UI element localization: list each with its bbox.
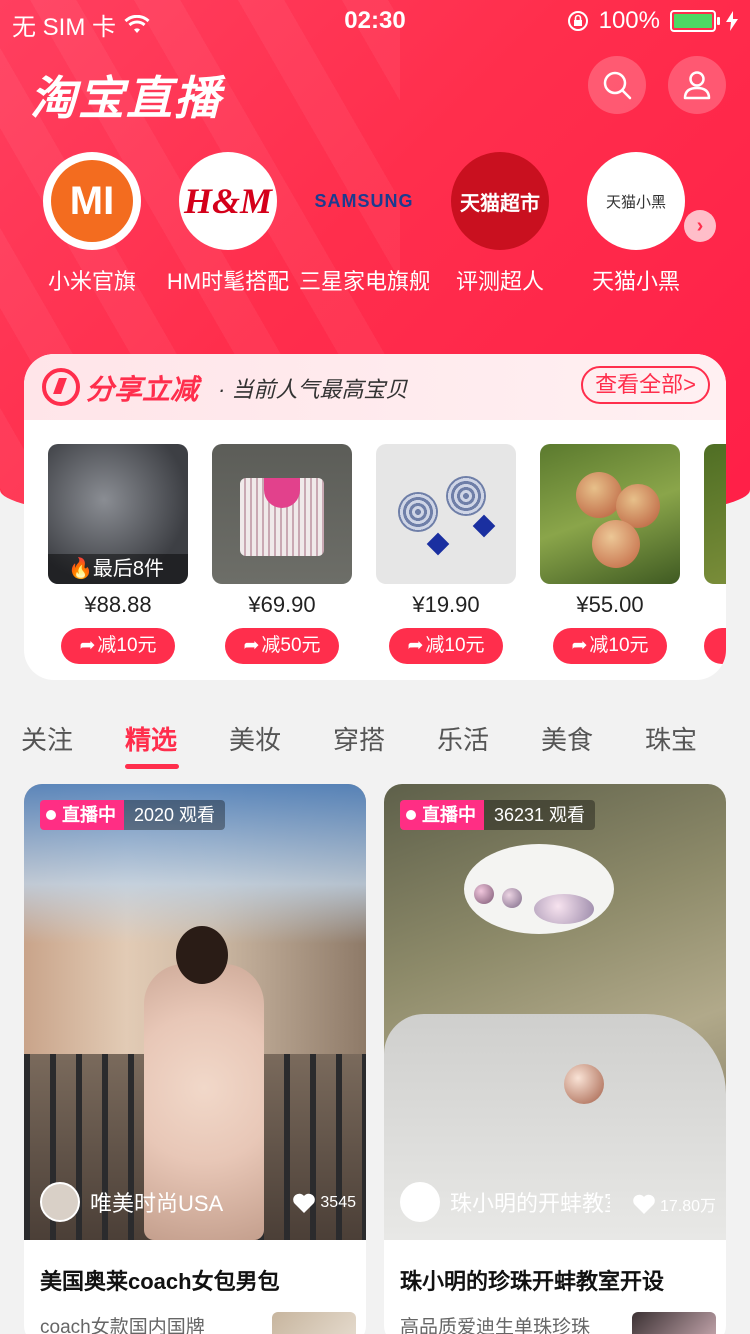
like-count: 17.80万 <box>632 1192 716 1216</box>
anchor-info[interactable]: 珠小明的开蚌教室 <box>400 1182 610 1222</box>
stream-title: 珠小明的珍珠开蚌教室开设 <box>400 1269 665 1294</box>
share-discount-card: 分享立减 · 当前人气最高宝贝 查看全部> 🔥最后8件 ¥88.88 ➦ 减10元… <box>24 354 726 680</box>
stream-cover <box>24 784 366 1240</box>
heart-icon <box>293 1193 316 1213</box>
fire-icon: 🔥 <box>68 558 93 580</box>
share-cut-button[interactable]: ➦ 减10元 <box>553 628 667 664</box>
product-price: ¥55.00 <box>576 592 644 617</box>
tab-lifestyle[interactable]: 乐活 <box>437 720 489 757</box>
product-card[interactable]: ¥69.90 ➦ 减50元 <box>212 444 352 664</box>
product-image <box>212 444 352 584</box>
share-header: 分享立减 · 当前人气最高宝贝 查看全部> <box>24 354 726 420</box>
avatar <box>40 1182 80 1222</box>
viewer-count: 2020 观看 <box>124 800 226 830</box>
product-image <box>376 444 516 584</box>
live-stream-card[interactable]: 直播中 36231 观看 珠小明的开蚌教室 17.80万 珠小明的珍珠开蚌教室开… <box>384 784 726 1334</box>
tab-outfit[interactable]: 穿搭 <box>333 720 385 757</box>
tab-featured[interactable]: 精选 <box>125 720 177 757</box>
share-cut-button[interactable]: ➦ 减50元 <box>225 628 339 664</box>
stock-badge: 🔥最后8件 <box>48 554 188 584</box>
live-badge: 直播中 2020 观看 <box>40 800 226 830</box>
stream-desc: coach女款国内国牌 <box>40 1317 205 1334</box>
store-name: 评测超人 <box>455 269 544 294</box>
store-name: 三星家电旗舰 <box>299 269 429 294</box>
store-logo: MI <box>43 152 141 250</box>
active-tab-indicator <box>125 764 179 769</box>
live-dot-icon <box>46 810 56 820</box>
user-icon <box>683 71 711 100</box>
product-price: ¥19.90 <box>412 592 480 617</box>
status-bar: 无 SIM 卡 02:30 100% <box>0 0 750 41</box>
share-cut-button[interactable] <box>704 628 726 664</box>
product-card-partial[interactable] <box>704 444 726 664</box>
share-title: 分享立减 <box>86 374 199 405</box>
store-item[interactable]: MI 小米官旗 <box>27 152 157 296</box>
share-arrow-icon: ➦ <box>243 635 260 656</box>
profile-button[interactable] <box>668 56 726 114</box>
stream-cover <box>384 784 726 1240</box>
store-logo: SAMSUNG <box>314 190 414 211</box>
live-badge: 直播中 36231 观看 <box>400 800 596 830</box>
view-all-button[interactable]: 查看全部> <box>581 366 710 404</box>
app-title: 淘宝直播 <box>30 72 222 124</box>
store-logo: 天猫超市 <box>451 152 549 250</box>
anchor-info[interactable]: 唯美时尚USA <box>40 1182 223 1222</box>
share-cut-button[interactable]: ➦ 减10元 <box>61 628 175 664</box>
product-image <box>540 444 680 584</box>
store-item[interactable]: SAMSUNG 三星家电旗舰 <box>299 152 429 296</box>
store-name: 小米官旗 <box>47 269 136 294</box>
share-badge-icon <box>42 368 80 406</box>
store-item[interactable]: H&M HM时髦搭配 <box>163 152 293 296</box>
like-count: 3545 <box>292 1192 356 1214</box>
store-carousel: MI 小米官旗 H&M HM时髦搭配 SAMSUNG 三星家电旗舰 天猫超市 评… <box>0 152 750 302</box>
search-icon <box>603 71 632 100</box>
share-cut-button[interactable]: ➦ 减10元 <box>389 628 503 664</box>
anchor-name: 唯美时尚USA <box>90 1191 224 1216</box>
category-tabs: 关注 精选 美妆 穿搭 乐活 美食 珠宝 <box>0 712 750 772</box>
store-name: 天猫小黑 <box>591 269 680 294</box>
battery-icon <box>670 10 720 32</box>
store-item[interactable]: 天猫超市 评测超人 <box>435 152 565 296</box>
tab-follow[interactable]: 关注 <box>21 720 73 757</box>
share-arrow-icon: ➦ <box>407 635 424 656</box>
product-card[interactable]: ¥55.00 ➦ 减10元 <box>540 444 680 664</box>
heart-icon <box>633 1194 655 1214</box>
product-card[interactable]: ¥19.90 ➦ 减10元 <box>376 444 516 664</box>
share-arrow-icon: ➦ <box>571 635 588 656</box>
product-price: ¥88.88 <box>84 592 152 617</box>
chevron-right-icon[interactable]: › <box>684 210 716 242</box>
rotation-lock-icon <box>567 11 588 31</box>
product-thumb <box>272 1312 356 1334</box>
store-logo: 天猫小黑 <box>587 152 685 250</box>
tab-jewelry[interactable]: 珠宝 <box>645 720 697 757</box>
share-arrow-icon: ➦ <box>79 635 96 656</box>
product-image: 🔥最后8件 <box>48 444 188 584</box>
live-dot-icon <box>406 810 416 820</box>
product-price: ¥69.90 <box>248 592 316 617</box>
anchor-name: 珠小明的开蚌教室 <box>450 1191 610 1216</box>
stream-desc: 高品质爱迪生单珠珍珠 <box>400 1317 591 1334</box>
tab-beauty[interactable]: 美妆 <box>229 720 281 757</box>
search-button[interactable] <box>588 56 646 114</box>
product-image <box>704 444 726 584</box>
product-card[interactable]: 🔥最后8件 ¥88.88 ➦ 减10元 <box>48 444 188 664</box>
stream-title: 美国奥莱coach女包男包 <box>40 1269 280 1294</box>
tab-food[interactable]: 美食 <box>541 720 593 757</box>
viewer-count: 36231 观看 <box>484 800 596 830</box>
battery-percent: 100% <box>598 7 660 34</box>
store-logo: H&M <box>179 152 277 250</box>
store-item[interactable]: 天猫小黑 天猫小黑 <box>571 152 701 296</box>
store-name: HM时髦搭配 <box>166 269 290 294</box>
avatar <box>400 1182 440 1222</box>
share-subtitle: · 当前人气最高宝贝 <box>218 377 408 402</box>
charging-icon <box>726 11 738 31</box>
product-thumb <box>632 1312 716 1334</box>
live-stream-card[interactable]: 直播中 2020 观看 唯美时尚USA 3545 美国奥莱coach女包男包 c… <box>24 784 366 1334</box>
